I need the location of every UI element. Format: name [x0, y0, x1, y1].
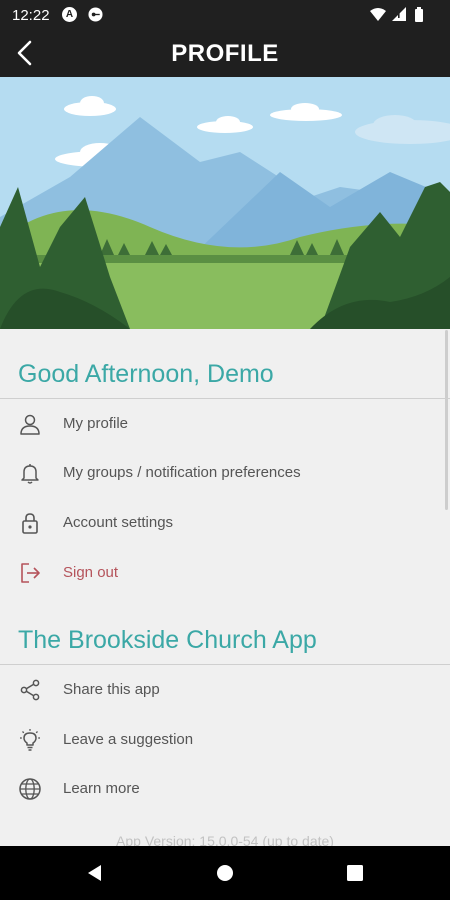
menu-item-share-app[interactable]: Share this app: [0, 666, 440, 714]
menu-item-sign-out[interactable]: Sign out: [0, 549, 440, 597]
greeting-title: Good Afternoon, Demo: [18, 360, 274, 388]
wifi-icon: [370, 8, 386, 21]
nav-recents-icon[interactable]: [343, 861, 367, 885]
status-time: 12:22: [12, 7, 50, 24]
app-bar: PROFILE: [0, 30, 450, 77]
landscape-banner-image: [0, 77, 450, 329]
status-bar: 12:22 A: [0, 0, 450, 30]
globe-icon: [19, 778, 41, 800]
nav-back-icon[interactable]: [83, 861, 107, 885]
nav-home-icon[interactable]: [213, 861, 237, 885]
status-icons: [368, 6, 440, 29]
signal-icon: [392, 7, 406, 21]
menu-item-label: Sign out: [63, 564, 119, 581]
app-section-title: The Brookside Church App: [18, 626, 317, 654]
menu-item-label: Share this app: [63, 681, 160, 698]
navigation-bar: [0, 846, 450, 900]
menu-item-my-profile[interactable]: My profile: [0, 400, 440, 448]
menu-item-label: My profile: [63, 415, 129, 432]
menu-item-leave-suggestion[interactable]: Leave a suggestion: [0, 716, 440, 764]
app-notification-icon: A: [62, 7, 77, 22]
menu-item-label: My groups / notification preferences: [63, 464, 301, 481]
battery-icon: [415, 7, 423, 22]
menu-item-account-settings[interactable]: Account settings: [0, 499, 440, 547]
menu-item-learn-more[interactable]: Learn more: [0, 765, 440, 813]
key-notification-icon: [88, 7, 103, 22]
share-icon: [20, 679, 40, 701]
menu-item-label: Account settings: [63, 514, 174, 531]
bell-icon: [21, 464, 39, 484]
menu-item-label: Learn more: [63, 780, 140, 797]
divider: [0, 664, 450, 665]
menu-item-groups[interactable]: My groups / notification preferences: [0, 449, 440, 497]
lightbulb-icon: [20, 729, 40, 751]
page-title: PROFILE: [171, 40, 279, 67]
person-icon: [20, 414, 40, 435]
menu-item-label: Leave a suggestion: [63, 731, 194, 748]
divider: [0, 398, 450, 399]
lock-icon: [22, 513, 38, 534]
scrollbar[interactable]: [445, 330, 448, 510]
sign-out-icon: [21, 563, 40, 583]
